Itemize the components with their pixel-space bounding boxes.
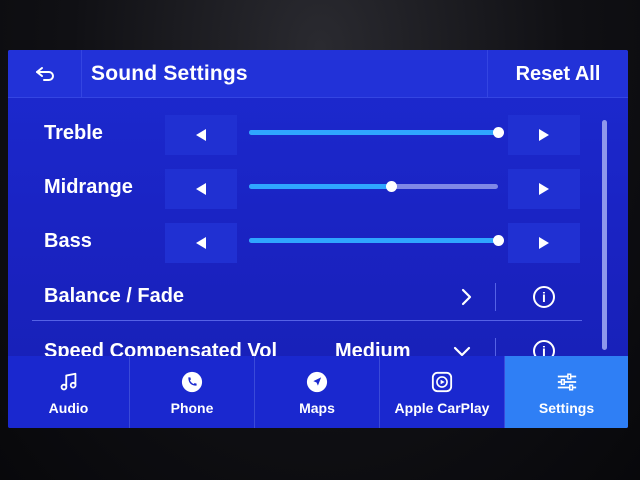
chevron-right-icon	[461, 288, 472, 306]
triangle-left-icon	[196, 129, 206, 141]
navigation-icon	[304, 369, 330, 395]
infotainment-screen: Sound Settings Reset All Treble Midrange…	[8, 50, 628, 428]
triangle-right-icon	[539, 183, 549, 195]
nav-tab-phone[interactable]: Phone	[130, 356, 255, 428]
midrange-decrease-button[interactable]	[165, 169, 237, 209]
bass-decrease-button[interactable]	[165, 223, 237, 263]
nav-tab-settings[interactable]: Settings	[505, 356, 628, 428]
carplay-icon	[429, 369, 455, 395]
treble-slider-fill	[249, 130, 498, 135]
balance-fade-label: Balance / Fade	[44, 285, 185, 307]
treble-decrease-button[interactable]	[165, 115, 237, 155]
back-arrow-icon	[35, 67, 54, 81]
nav-tab-label: Maps	[299, 399, 335, 416]
triangle-left-icon	[196, 183, 206, 195]
triangle-right-icon	[539, 129, 549, 141]
nav-tab-maps[interactable]: Maps	[255, 356, 380, 428]
treble-label: Treble	[44, 122, 103, 144]
bass-slider-knob[interactable]	[493, 235, 504, 246]
midrange-slider-fill	[249, 184, 391, 189]
list-divider	[32, 320, 582, 321]
bass-slider-fill	[249, 238, 498, 243]
header-bar: Sound Settings Reset All	[8, 50, 628, 98]
midrange-slider-knob[interactable]	[385, 181, 397, 192]
triangle-left-icon	[196, 237, 206, 249]
music-note-icon	[56, 369, 82, 395]
treble-increase-button[interactable]	[508, 115, 580, 155]
midrange-label: Midrange	[44, 176, 133, 198]
back-button[interactable]	[8, 50, 82, 98]
bass-increase-button[interactable]	[508, 223, 580, 263]
midrange-slider[interactable]	[249, 181, 498, 192]
nav-tab-carplay[interactable]: Apple CarPlay	[380, 356, 505, 428]
nav-tab-label: Settings	[538, 399, 595, 416]
nav-tab-label: Apple CarPlay	[394, 399, 490, 416]
row-divider	[495, 338, 496, 356]
bottom-nav: Audio Phone Maps Apple CarPlay Settings	[8, 356, 628, 428]
nav-tab-label: Phone	[170, 399, 214, 416]
reset-all-button[interactable]: Reset All	[487, 50, 628, 98]
phone-icon	[179, 369, 205, 395]
nav-tab-audio[interactable]: Audio	[8, 356, 130, 428]
nav-tab-label: Audio	[48, 399, 89, 416]
sliders-icon	[554, 369, 580, 395]
bass-slider[interactable]	[249, 235, 504, 246]
treble-slider-knob[interactable]	[493, 127, 504, 138]
page-title: Sound Settings	[91, 62, 248, 85]
midrange-increase-button[interactable]	[508, 169, 580, 209]
triangle-right-icon	[539, 237, 549, 249]
treble-slider[interactable]	[249, 127, 504, 138]
scrollbar[interactable]	[602, 120, 607, 350]
balance-fade-info-icon[interactable]: i	[533, 286, 555, 308]
bass-label: Bass	[44, 230, 92, 252]
row-divider	[495, 283, 496, 311]
